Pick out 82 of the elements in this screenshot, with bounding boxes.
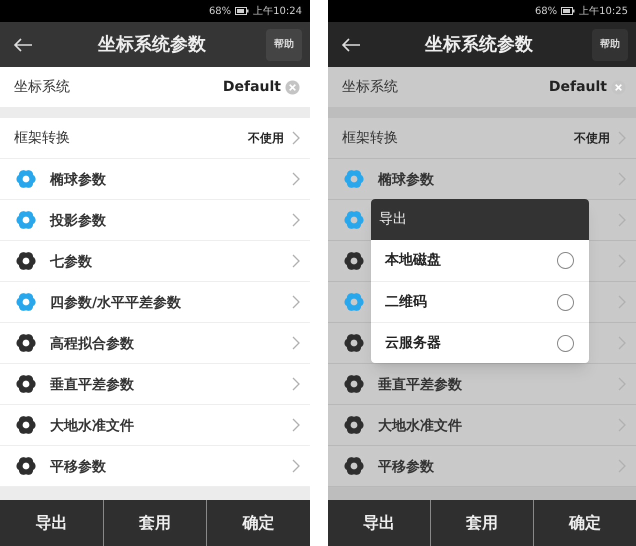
dialog-title: 导出 (371, 199, 589, 240)
chevron-right-icon (618, 213, 626, 227)
chevron-right-icon (292, 213, 300, 227)
chevron-right-icon (292, 172, 300, 186)
field-value: Default (222, 78, 281, 96)
row-label: 大地水准文件 (378, 418, 462, 434)
row-label: 大地水准文件 (50, 418, 134, 434)
row-value: 不使用 (574, 130, 610, 147)
list-row[interactable]: 框架转换 不使用 (0, 118, 310, 159)
row-label: 平移参数 (378, 459, 434, 475)
chevron-right-icon (618, 254, 626, 268)
footer-button[interactable]: 确定 (533, 500, 636, 546)
chevron-right-icon (292, 336, 300, 350)
list-row[interactable]: 高程拟合参数 (0, 323, 310, 364)
chevron-right-icon (292, 254, 300, 268)
option-label: 本地磁盘 (385, 251, 441, 270)
battery-icon (561, 7, 576, 15)
row-label: 高程拟合参数 (50, 336, 134, 352)
chevron-right-icon (292, 295, 300, 309)
row-label: 框架转换 (342, 128, 398, 148)
list-row[interactable]: 大地水准文件 (328, 405, 636, 446)
status-time: 上午10:25 (579, 4, 628, 18)
option-label: 二维码 (385, 292, 427, 312)
row-label: 框架转换 (14, 128, 70, 148)
list-row[interactable]: 椭球参数 (0, 159, 310, 200)
chevron-right-icon (618, 131, 626, 145)
row-label: 坐标系统 (14, 78, 70, 96)
chevron-right-icon (292, 377, 300, 391)
list-row[interactable]: 平移参数 (328, 446, 636, 487)
chevron-right-icon (292, 418, 300, 432)
radio-button[interactable] (557, 334, 574, 352)
option-label: 云服务器 (385, 334, 441, 352)
row-label: 四参数/水平平差参数 (50, 295, 182, 311)
list-row[interactable]: 七参数 (0, 241, 310, 282)
chevron-right-icon (292, 131, 300, 145)
list-row[interactable]: 垂直平差参数 (328, 364, 636, 405)
list-row[interactable]: 坐标系统 Default (328, 67, 636, 107)
back-arrow-icon (341, 36, 361, 52)
dialog-option[interactable]: 本地磁盘 (371, 240, 589, 281)
chevron-right-icon (618, 172, 626, 186)
battery-percent: 68% (208, 4, 232, 18)
list-row[interactable]: 垂直平差参数 (0, 364, 310, 405)
page-title: 坐标系统参数 (96, 33, 207, 57)
list-row[interactable]: 四参数/水平平差参数 (0, 282, 310, 323)
list-row[interactable]: 投影参数 (0, 200, 310, 241)
footer-button[interactable]: 导出 (328, 500, 430, 546)
field-value: Default (548, 78, 607, 96)
page-title: 坐标系统参数 (424, 33, 534, 57)
footer-button[interactable]: 套用 (430, 500, 533, 546)
chevron-right-icon (618, 418, 626, 432)
list-row[interactable]: 大地水准文件 (0, 405, 310, 446)
chevron-right-icon (618, 336, 626, 350)
list-row[interactable]: 框架转换 不使用 (328, 118, 636, 159)
footer-button[interactable]: 导出 (0, 500, 103, 546)
dialog-option[interactable]: 云服务器 (371, 322, 589, 363)
row-value: 不使用 (248, 130, 284, 147)
chevron-right-icon (618, 295, 626, 309)
dialog-option[interactable]: 二维码 (371, 281, 589, 322)
footer-button[interactable]: 确定 (206, 500, 310, 546)
row-label: 投影参数 (50, 213, 106, 229)
help-button[interactable]: 帮助 (266, 28, 302, 60)
radio-button[interactable] (557, 252, 574, 269)
chevron-right-icon (618, 459, 626, 473)
back-arrow-icon (13, 36, 33, 52)
status-time: 上午10:24 (253, 4, 302, 18)
battery-icon (235, 7, 250, 15)
row-label: 椭球参数 (378, 172, 434, 188)
list-row[interactable]: 平移参数 (0, 446, 310, 487)
row-label: 坐标系统 (342, 78, 398, 96)
row-label: 平移参数 (50, 459, 106, 475)
battery-percent: 68% (534, 4, 558, 18)
list-row[interactable]: 椭球参数 (328, 159, 636, 200)
help-button[interactable]: 帮助 (592, 28, 628, 60)
row-label: 七参数 (50, 254, 92, 270)
chevron-right-icon (292, 459, 300, 473)
row-label: 垂直平差参数 (378, 377, 462, 393)
list-row[interactable]: 坐标系统 Default (0, 67, 310, 107)
row-label: 椭球参数 (50, 172, 106, 188)
footer-button[interactable]: 套用 (102, 500, 206, 546)
row-label: 垂直平差参数 (50, 377, 134, 393)
chevron-right-icon (618, 377, 626, 391)
radio-button[interactable] (557, 294, 574, 310)
